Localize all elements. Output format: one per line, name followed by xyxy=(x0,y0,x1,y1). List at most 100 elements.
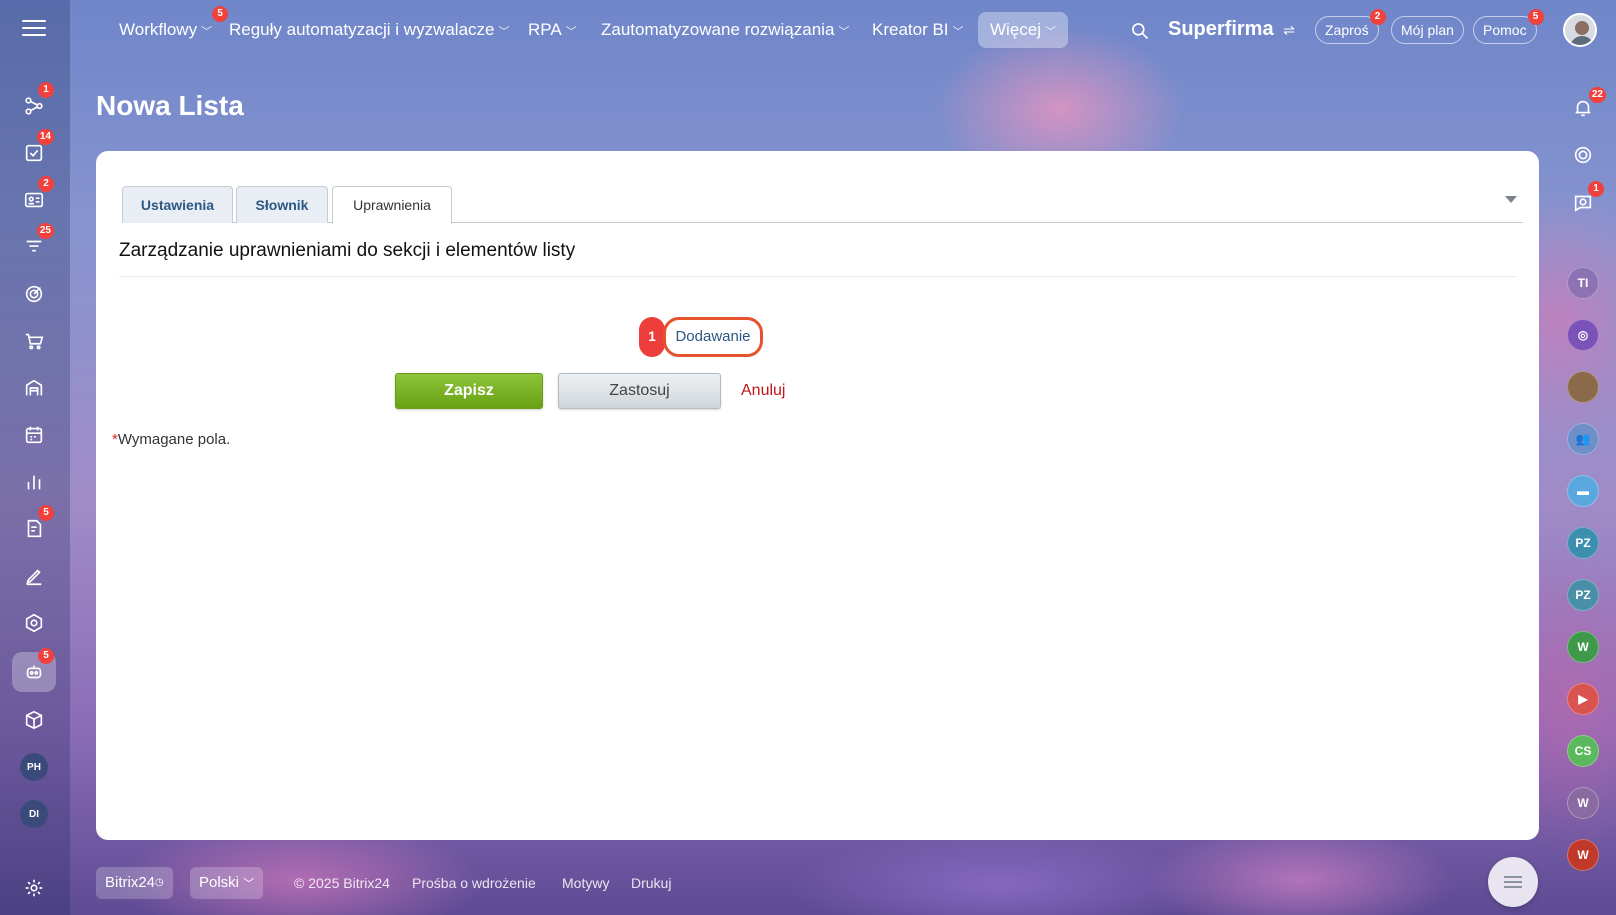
sidebar-badge: 1 xyxy=(38,82,54,98)
avatar[interactable]: ▶ xyxy=(1567,683,1599,715)
avatar[interactable]: ◎ xyxy=(1567,319,1599,351)
menu-bi-builder[interactable]: Kreator BI ﹀ xyxy=(860,12,976,48)
menu-icon[interactable] xyxy=(22,20,46,42)
sidebar-item-automation[interactable]: 1 xyxy=(12,82,56,126)
add-permission-link[interactable]: Dodawanie xyxy=(663,317,763,357)
chevron-down-icon: ﹀ xyxy=(565,26,577,38)
footer-brand[interactable]: Bitrix24◷ xyxy=(96,867,173,899)
sidebar-item-calendar[interactable] xyxy=(12,415,56,455)
box-icon xyxy=(25,710,43,730)
sidebar-item-sign[interactable] xyxy=(12,556,56,596)
right-sidebar: 22 1 TI ◎ 👥 ▬ PZ PZ W ▶ CS W W xyxy=(1544,62,1616,915)
avatar[interactable]: W xyxy=(1567,839,1599,871)
footer-print-link[interactable]: Drukuj xyxy=(631,875,671,891)
avatar[interactable]: PZ xyxy=(1567,579,1599,611)
sidebar-item-market[interactable] xyxy=(12,700,56,740)
left-sidebar: 1 14 2 25 5 5 PH DI xyxy=(0,0,70,915)
copilot-button[interactable] xyxy=(1566,138,1600,172)
funnel-icon xyxy=(26,240,42,252)
clock-icon: ◷ xyxy=(155,877,164,888)
settings-sliders-icon: ⇌ xyxy=(1283,22,1295,38)
collapse-arrow-icon[interactable] xyxy=(1505,196,1517,203)
company-name[interactable]: Superfirma ⇌ xyxy=(1168,18,1295,41)
spiral-icon xyxy=(1574,146,1592,164)
group-icon: 👥 xyxy=(1575,432,1591,446)
chevron-down-icon: ﹀ xyxy=(952,26,964,38)
spiral-icon: ◎ xyxy=(1577,328,1589,342)
avatar[interactable]: W xyxy=(1567,787,1599,819)
invite-badge: 2 xyxy=(1369,9,1386,25)
avatar[interactable]: DI xyxy=(20,800,48,828)
avatar[interactable]: CS xyxy=(1567,735,1599,767)
chevron-down-icon: ﹀ xyxy=(498,26,510,38)
sidebar-item-shop[interactable] xyxy=(12,321,56,361)
avatar[interactable]: PZ xyxy=(1567,527,1599,559)
sidebar-badge: 2 xyxy=(38,176,54,192)
my-plan-button[interactable]: Mój plan xyxy=(1391,16,1464,44)
avatar[interactable]: PH xyxy=(20,753,48,781)
tab-permissions[interactable]: Uprawnienia xyxy=(332,186,452,224)
save-button[interactable]: Zapisz xyxy=(395,373,543,409)
footer-copyright: © 2025 Bitrix24 xyxy=(294,875,390,891)
step-number-badge: 1 xyxy=(639,317,665,357)
menu-automated-solutions[interactable]: Zautomatyzowane rozwiązania ﹀ xyxy=(589,12,861,48)
sidebar-item-warehouse[interactable] xyxy=(12,368,56,408)
menu-more[interactable]: Więcej ﹀ xyxy=(978,12,1069,48)
user-avatar[interactable] xyxy=(1563,13,1597,47)
help-badge: 5 xyxy=(1527,9,1544,25)
footer-themes-link[interactable]: Motywy xyxy=(562,875,609,891)
bar-chart-icon xyxy=(27,475,41,490)
language-selector[interactable]: Polski ﹀ xyxy=(190,867,264,899)
section-heading: Zarządzanie uprawnieniami do sekcji i el… xyxy=(119,240,1517,277)
chevron-down-icon: ﹀ xyxy=(201,26,213,38)
tab-dictionary[interactable]: Słownik xyxy=(236,186,328,223)
menu-workflows[interactable]: Workflowy ﹀ 5 xyxy=(107,6,229,48)
sidebar-item-marketing[interactable] xyxy=(12,274,56,314)
notifications-button[interactable]: 22 xyxy=(1566,87,1606,125)
sidebar-item-docs[interactable]: 5 xyxy=(12,505,56,549)
sidebar-item-tasks[interactable]: 14 xyxy=(12,129,56,173)
top-navigation: Workflowy ﹀ 5 Reguły automatyzacji i wyzw… xyxy=(70,0,1616,62)
page-title: Nowa Lista xyxy=(96,90,244,121)
sidebar-item-crm[interactable]: 2 xyxy=(12,176,56,220)
warehouse-icon xyxy=(25,379,43,396)
avatar[interactable]: ▬ xyxy=(1567,475,1599,507)
document-edit-icon xyxy=(27,519,42,538)
menu-automation-rules[interactable]: Reguły automatyzacji i wyzwalacze ﹀ xyxy=(217,12,522,48)
sidebar-item-funnel[interactable]: 25 xyxy=(12,223,56,267)
list-icon xyxy=(1504,873,1522,891)
sidebar-item-settings[interactable] xyxy=(12,868,56,908)
avatar[interactable] xyxy=(1567,371,1599,403)
avatar[interactable]: W xyxy=(1567,631,1599,663)
gear-icon xyxy=(25,879,43,897)
checkbox-icon xyxy=(25,144,43,162)
chat-menu-button[interactable] xyxy=(1488,857,1538,907)
sidebar-item-sites[interactable] xyxy=(12,603,56,643)
cancel-link[interactable]: Anuluj xyxy=(741,382,785,400)
sidebar-item-robots[interactable]: 5 xyxy=(12,648,56,692)
chat-search-button[interactable]: 1 xyxy=(1566,181,1604,219)
invite-button[interactable]: Zaproś 2 xyxy=(1315,9,1386,44)
footer-request-link[interactable]: Prośba o wdrożenie xyxy=(412,875,536,891)
required-fields-note: *Wymagane pola. xyxy=(112,431,231,448)
sidebar-item-analytics[interactable] xyxy=(12,462,56,502)
notifications-badge: 22 xyxy=(1588,87,1606,103)
chat-bubble-icon: ▬ xyxy=(1577,484,1589,498)
avatar[interactable]: 👥 xyxy=(1567,423,1599,455)
chevron-down-icon: ﹀ xyxy=(1045,26,1057,38)
sidebar-badge: 5 xyxy=(38,505,54,521)
cart-icon xyxy=(25,333,44,350)
main-card: Ustawienia Słownik Uprawnienia Zarządzan… xyxy=(96,151,1539,840)
sidebar-badge: 14 xyxy=(36,129,54,145)
tab-settings[interactable]: Ustawienia xyxy=(122,186,233,223)
search-icon[interactable] xyxy=(1130,21,1150,41)
hexagon-icon xyxy=(25,613,43,633)
video-icon: ▶ xyxy=(1578,692,1588,706)
target-icon xyxy=(25,285,43,303)
help-button[interactable]: Pomoc 5 xyxy=(1473,9,1544,44)
menu-rpa[interactable]: RPA ﹀ xyxy=(516,12,589,48)
avatar[interactable]: TI xyxy=(1567,267,1599,299)
sidebar-badge: 5 xyxy=(38,648,54,664)
flow-icon xyxy=(25,97,43,115)
apply-button[interactable]: Zastosuj xyxy=(558,373,721,409)
